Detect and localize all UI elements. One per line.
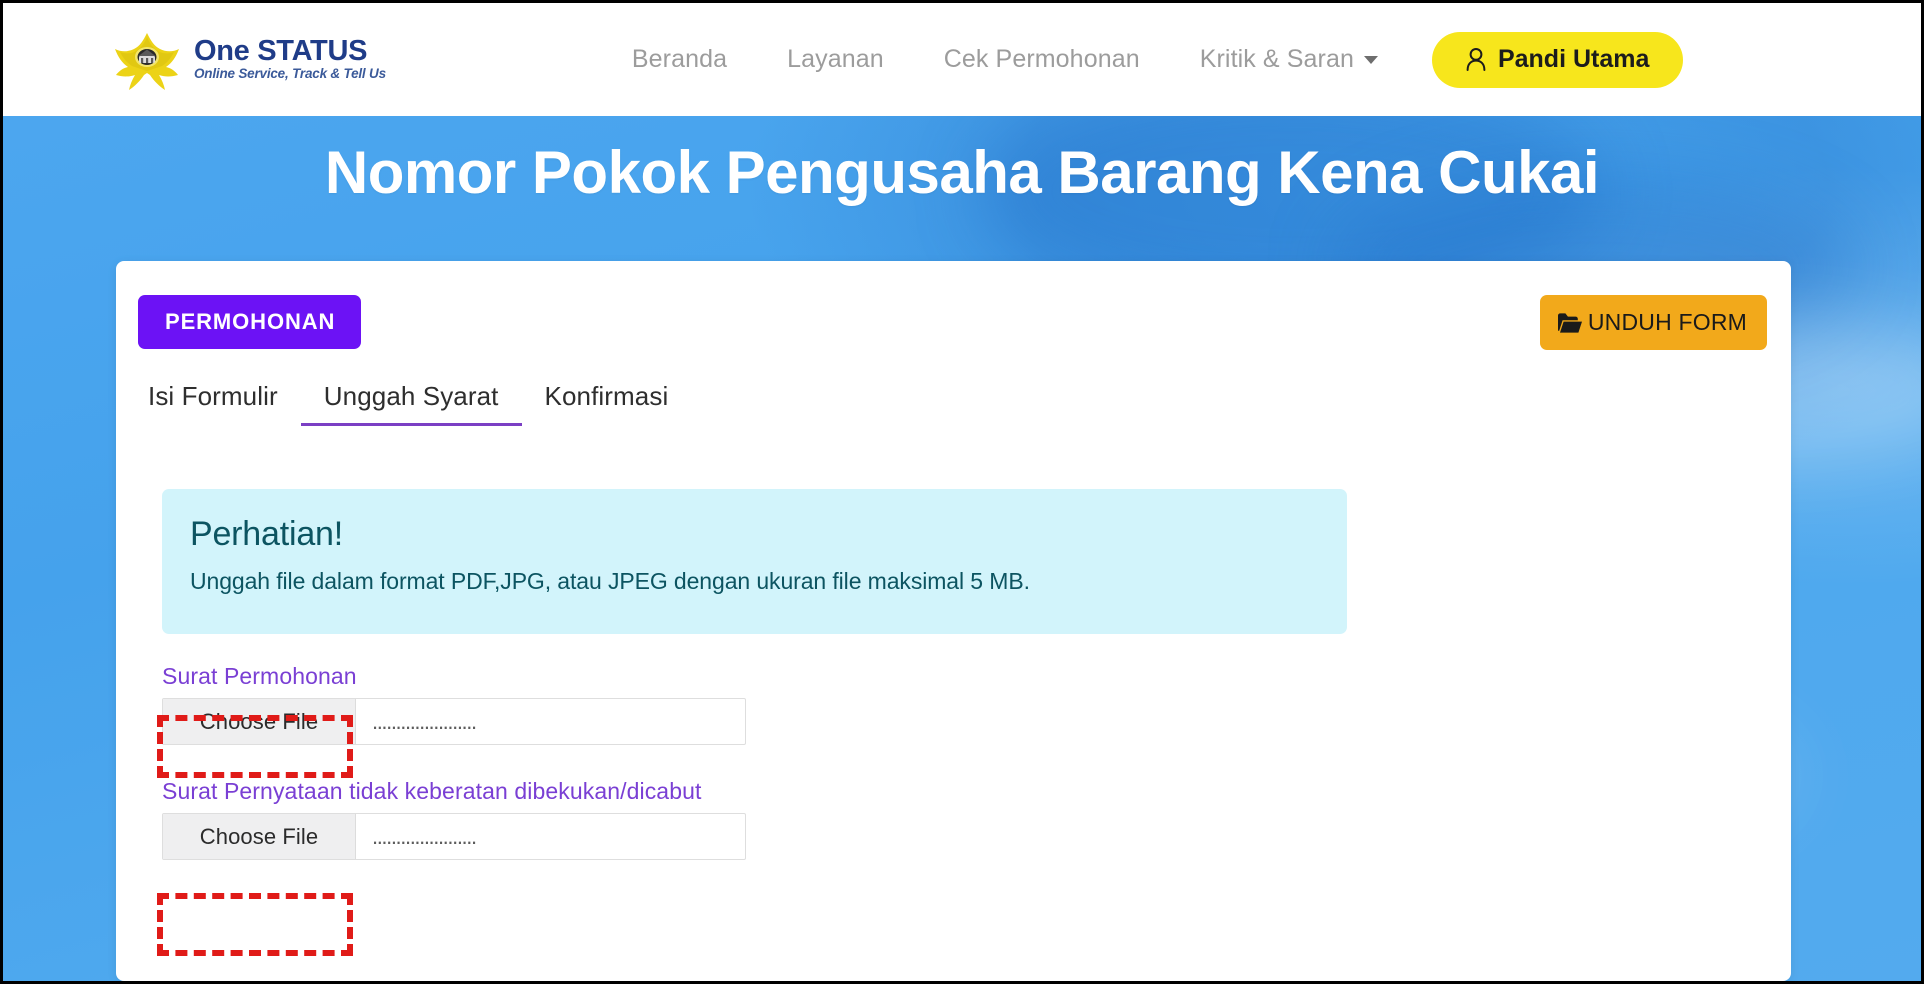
alert-title: Perhatian! [190,515,1347,554]
main-content-card: PERMOHONAN UNDUH FORM Isi Formulir Ungga… [116,261,1791,981]
user-account-button[interactable]: Pandi Utama [1432,32,1683,88]
chevron-down-icon [1364,56,1378,64]
choose-file-button[interactable]: Choose File [163,699,356,744]
upload-field-surat-permohonan: Surat Permohonan Choose File ...........… [162,661,746,745]
nav-layanan[interactable]: Layanan [757,45,914,74]
upload-label: Surat Pernyataan tidak keberatan dibekuk… [162,776,746,806]
unduh-form-label: UNDUH FORM [1588,309,1747,336]
nav-kritik-saran-dropdown[interactable]: Kritik & Saran [1170,45,1404,74]
file-name-display: ...................... [356,814,745,859]
nav-cek-permohonan[interactable]: Cek Permohonan [914,45,1170,74]
tab-isi-formulir[interactable]: Isi Formulir [138,377,301,426]
brand-name-second: STATUS [257,35,367,67]
file-name-display: ...................... [356,699,745,744]
file-input-row[interactable]: Choose File ...................... [162,698,746,745]
tab-konfirmasi[interactable]: Konfirmasi [522,377,692,426]
top-navigation-bar: One STATUS Online Service, Track & Tell … [3,3,1921,116]
brand-name-first: One [194,35,250,67]
brand-logo[interactable]: One STATUS Online Service, Track & Tell … [110,27,386,93]
page-title: Nomor Pokok Pengusaha Barang Kena Cukai [3,138,1921,207]
permohonan-badge-button[interactable]: PERMOHONAN [138,295,361,349]
nav-links: Beranda Layanan Cek Permohonan Kritik & … [602,32,1684,88]
tab-unggah-syarat[interactable]: Unggah Syarat [301,377,522,426]
file-input-row[interactable]: Choose File ...................... [162,813,746,860]
user-account-label: Pandi Utama [1498,45,1649,74]
choose-file-button[interactable]: Choose File [163,814,356,859]
alert-message: Unggah file dalam format PDF,JPG, atau J… [190,568,1347,595]
app-screenshot: One STATUS Online Service, Track & Tell … [0,0,1924,984]
upload-field-surat-pernyataan: Surat Pernyataan tidak keberatan dibekuk… [162,776,746,860]
card-header: PERMOHONAN UNDUH FORM [116,261,1791,365]
nav-kritik-saran-label: Kritik & Saran [1200,45,1354,74]
user-icon [1466,48,1486,71]
brand-tagline: Online Service, Track & Tell Us [194,67,386,81]
brand-text-block: One STATUS Online Service, Track & Tell … [194,37,386,83]
upload-label: Surat Permohonan [162,661,746,691]
brand-title: One STATUS [194,37,386,66]
nav-beranda[interactable]: Beranda [602,45,757,74]
form-step-tabs: Isi Formulir Unggah Syarat Konfirmasi [138,377,691,426]
attention-alert: Perhatian! Unggah file dalam format PDF,… [162,489,1347,634]
customs-garuda-emblem-icon [110,27,184,93]
unduh-form-button[interactable]: UNDUH FORM [1540,295,1767,350]
folder-icon [1556,311,1583,335]
